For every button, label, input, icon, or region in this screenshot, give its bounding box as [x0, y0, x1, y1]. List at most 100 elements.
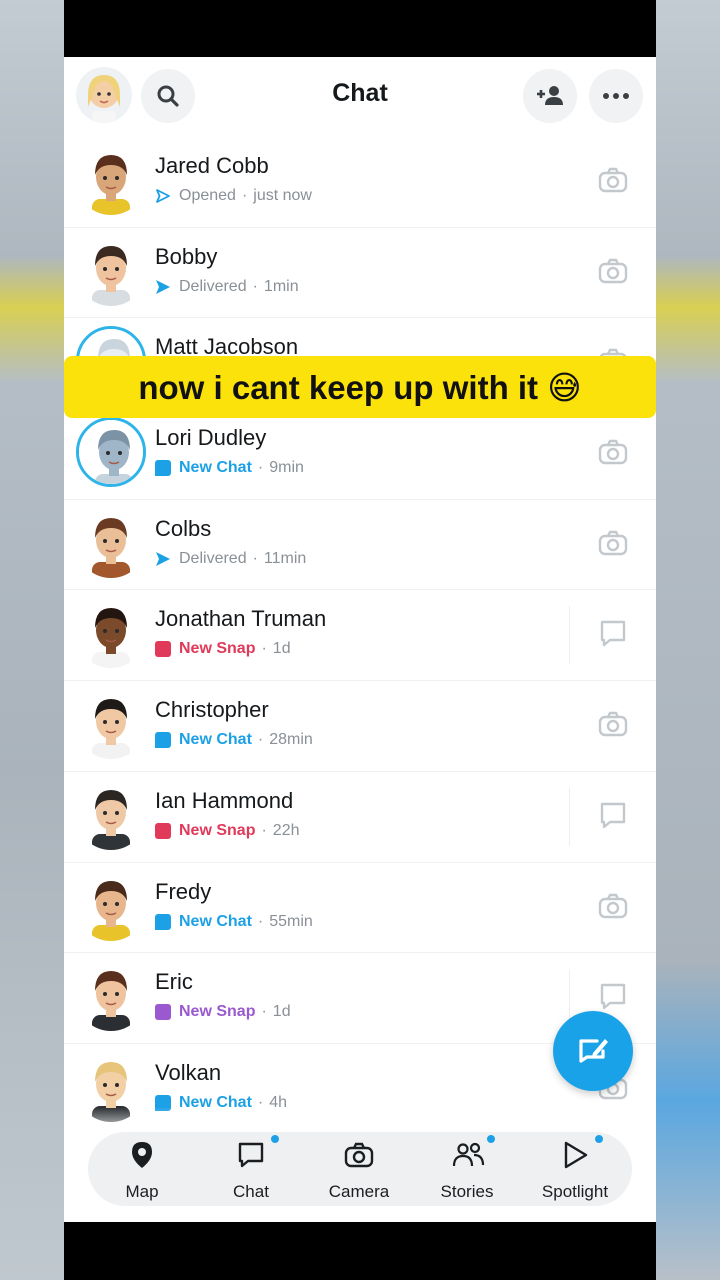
compose-icon — [579, 1039, 608, 1063]
background-blur-left — [0, 0, 64, 1280]
add-friend-icon — [537, 86, 563, 105]
chat-header: Chat — [64, 57, 656, 137]
friend-name: Bobby — [155, 243, 218, 269]
reply-chat-icon[interactable] — [598, 800, 628, 830]
sent-arrow-icon — [155, 188, 171, 204]
separator-dot: · — [252, 549, 258, 567]
letterbox-top — [64, 0, 656, 57]
friend-avatar[interactable] — [76, 417, 146, 488]
chat-time: 1d — [272, 640, 291, 658]
reply-chat-icon[interactable] — [598, 981, 628, 1011]
snap-status-icon — [155, 822, 171, 839]
video-caption-overlay: now i cant keep up with it 😅 — [64, 356, 656, 418]
friend-avatar[interactable] — [76, 145, 146, 215]
friend-avatar[interactable] — [76, 598, 146, 669]
chat-row[interactable]: Christopher New Chat · 28min — [64, 681, 656, 772]
nav-chat[interactable]: Chat — [201, 1132, 301, 1206]
friend-name: Volkan — [155, 1059, 222, 1085]
snap-status-icon — [155, 1004, 171, 1021]
chat-time: 9min — [269, 459, 304, 477]
friend-avatar[interactable] — [76, 961, 146, 1032]
separator-dot: · — [257, 459, 264, 477]
chat-status-line: New Snap · 1d — [155, 640, 291, 658]
friend-name: Christopher — [155, 697, 269, 723]
chat-icon — [236, 1140, 266, 1170]
nav-stories[interactable]: Stories — [417, 1132, 517, 1206]
background-blur-right — [656, 0, 720, 1280]
reply-camera-icon[interactable] — [598, 437, 628, 467]
separator-dot: · — [252, 277, 258, 295]
row-divider — [569, 606, 570, 665]
friend-avatar[interactable] — [76, 235, 146, 306]
chat-status: New Snap — [179, 640, 256, 658]
chat-status-icon — [155, 913, 171, 930]
friend-name: Colbs — [155, 515, 212, 541]
more-icon — [603, 93, 629, 99]
chat-time: 11min — [263, 549, 307, 567]
chat-row[interactable]: Jared Cobb Opened · just now — [64, 137, 656, 228]
reply-camera-icon[interactable] — [598, 891, 628, 921]
friend-avatar[interactable] — [76, 507, 146, 578]
reply-camera-icon[interactable] — [598, 256, 628, 286]
chat-status-line: Delivered · 11min — [155, 550, 306, 568]
chat-row[interactable]: Lori Dudley New Chat · 9min — [64, 409, 656, 500]
friend-avatar[interactable] — [76, 689, 146, 760]
chat-row[interactable]: Fredy New Chat · 55min — [64, 863, 656, 954]
sent-arrow-icon — [155, 279, 171, 295]
chat-time: 55min — [269, 912, 313, 930]
spotlight-icon — [560, 1140, 590, 1170]
camera-icon — [344, 1140, 374, 1170]
chat-time: 28min — [269, 731, 313, 749]
chat-row[interactable]: Ian Hammond New Snap · 22h — [64, 772, 656, 863]
chat-status-icon — [155, 460, 171, 477]
chat-status: Opened — [179, 187, 236, 204]
bottom-navigation: Map Chat Camera Stories Spotlight — [88, 1132, 632, 1206]
separator-dot: · — [257, 912, 264, 930]
nav-map[interactable]: Map — [92, 1132, 192, 1206]
friend-name: Fredy — [155, 878, 212, 904]
notification-badge — [593, 1133, 605, 1145]
chat-row[interactable]: Jonathan Truman New Snap · 1d — [64, 590, 656, 682]
add-friend-button[interactable] — [523, 69, 577, 123]
chat-status: New Chat — [179, 459, 252, 477]
friend-name: Jonathan Truman — [155, 606, 327, 632]
chat-status: Delivered — [179, 277, 247, 295]
reply-camera-icon[interactable] — [598, 709, 628, 739]
friend-name: Lori Dudley — [155, 425, 267, 451]
nav-label: Chat — [233, 1182, 269, 1201]
chat-status: New Chat — [179, 912, 252, 930]
friend-avatar[interactable] — [76, 779, 146, 850]
friend-name: Ian Hammond — [155, 787, 294, 813]
more-options-button[interactable] — [589, 69, 643, 123]
chat-status-line: Opened · just now — [155, 187, 312, 205]
chat-status: New Chat — [179, 731, 252, 749]
nav-label: Map — [125, 1182, 159, 1201]
snap-status-icon — [155, 641, 171, 658]
chat-time: 1min — [263, 277, 299, 295]
sent-arrow-icon — [155, 551, 171, 567]
separator-dot: · — [261, 640, 267, 658]
reply-camera-icon[interactable] — [598, 165, 628, 195]
chat-status-line: New Chat · 55min — [155, 913, 313, 931]
chat-status-icon — [155, 732, 171, 749]
nav-spotlight[interactable]: Spotlight — [525, 1132, 625, 1206]
friend-avatar[interactable] — [76, 870, 146, 941]
chat-status-line: Delivered · 1min — [155, 278, 299, 296]
chat-status: Delivered — [179, 549, 247, 567]
separator-dot: · — [261, 821, 267, 839]
chat-screen: Chat Jared Cobb Opened · just now Bobby Deliv… — [64, 57, 656, 1222]
friend-name: Jared Cobb — [155, 153, 269, 178]
notification-badge — [269, 1133, 281, 1145]
chat-time: 22h — [272, 821, 300, 839]
notification-badge — [485, 1133, 497, 1145]
row-divider — [569, 787, 570, 846]
chat-row[interactable]: Colbs Delivered · 11min — [64, 500, 656, 591]
new-chat-button[interactable] — [553, 1011, 633, 1091]
chat-row[interactable]: Bobby Delivered · 1min — [64, 228, 656, 319]
nav-camera[interactable]: Camera — [309, 1132, 409, 1206]
nav-label: Camera — [328, 1182, 390, 1201]
reply-camera-icon[interactable] — [598, 528, 628, 558]
reply-chat-icon[interactable] — [598, 618, 628, 648]
nav-label: Stories — [440, 1182, 494, 1201]
chat-list: Jared Cobb Opened · just now Bobby Delivered ·… — [64, 137, 656, 1135]
